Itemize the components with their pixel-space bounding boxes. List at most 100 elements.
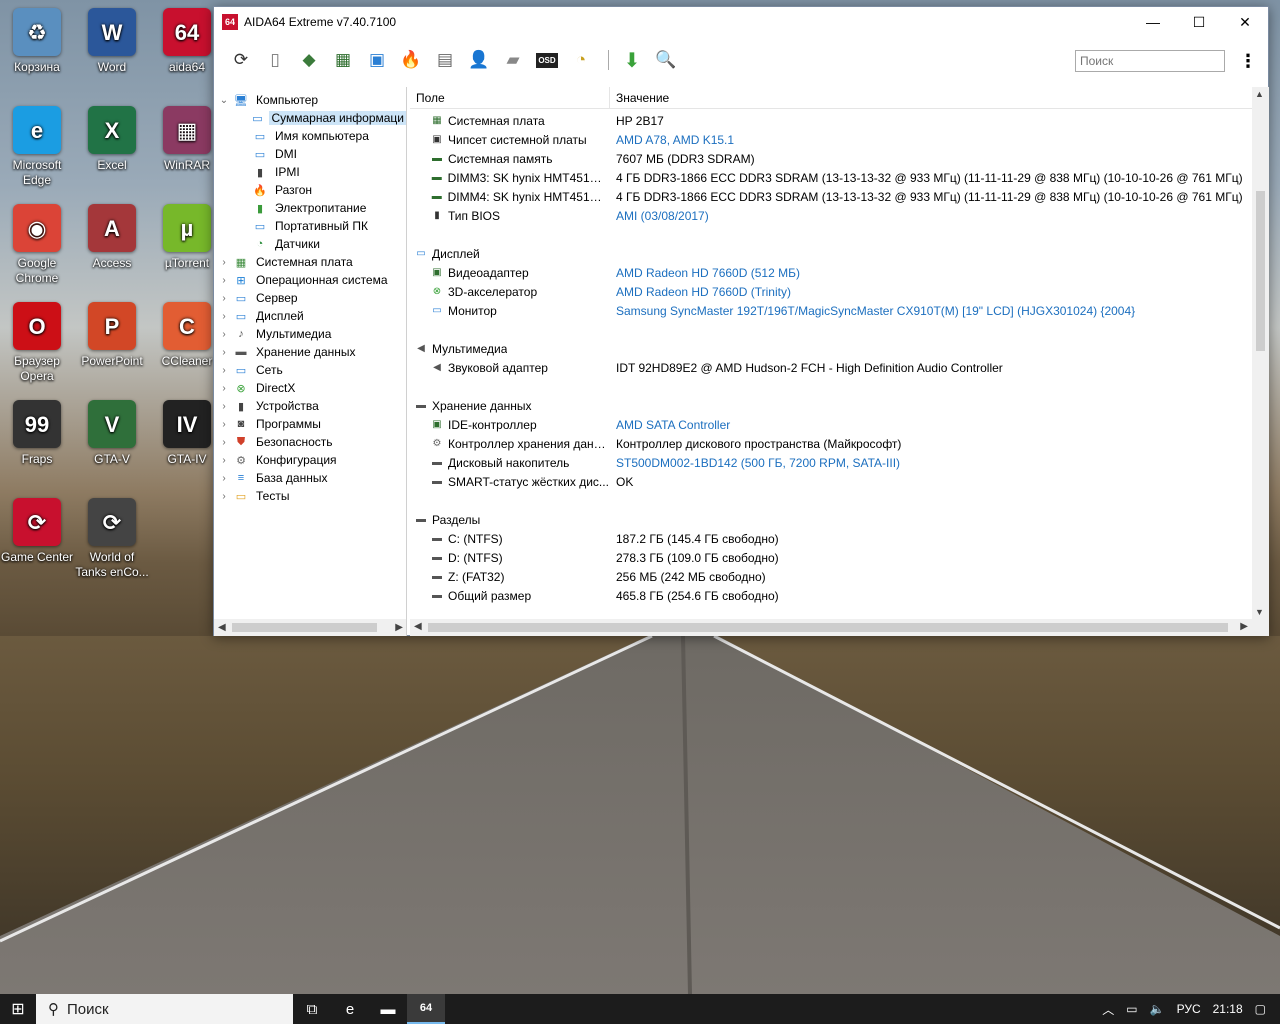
desktop-icon[interactable]: ♻ Корзина <box>0 2 75 75</box>
clock[interactable]: 21:18 <box>1213 1002 1243 1016</box>
tree-node[interactable]: › ▭ Дисплей <box>214 307 406 325</box>
tree-node[interactable]: › ▭ Тесты <box>214 487 406 505</box>
report-icon[interactable]: ▯ <box>260 45 290 75</box>
tree-node[interactable]: › ⊞ Операционная система <box>214 271 406 289</box>
search-input[interactable] <box>1075 50 1225 72</box>
desktop-icon[interactable]: A Access <box>74 198 150 271</box>
maximize-button[interactable]: ☐ <box>1176 7 1222 37</box>
tree-node[interactable]: › ▦ Системная плата <box>214 253 406 271</box>
tree-node[interactable]: › ▭ Сеть <box>214 361 406 379</box>
chevron-right-icon[interactable]: › <box>218 383 230 394</box>
tree-node[interactable]: ▮ IPMI <box>214 163 406 181</box>
aida64-taskbar-icon[interactable]: 64 <box>407 994 445 1024</box>
chevron-right-icon[interactable]: › <box>218 455 230 466</box>
more-options-icon[interactable]: ⋮ <box>1239 51 1257 72</box>
tree-node[interactable]: ▮ Электропитание <box>214 199 406 217</box>
table-row[interactable]: ▦ Системная плата HP 2B17 <box>410 111 1269 130</box>
table-row[interactable]: ▣ Видеоадаптер AMD Radeon HD 7660D (512 МБ… <box>410 263 1269 282</box>
taskbar-search-box[interactable]: ⚲ Поиск <box>36 994 293 1024</box>
desktop-icon[interactable]: ◉ Google Chrome <box>0 198 75 286</box>
value-link[interactable]: AMI (03/08/2017) <box>610 209 1246 223</box>
scroll-right-icon[interactable]: ▶ <box>395 622 403 633</box>
chevron-right-icon[interactable]: › <box>218 257 230 268</box>
desktop-icon[interactable]: ⟳ World of Tanks enCo... <box>74 492 150 580</box>
calendar-icon[interactable]: ▤ <box>430 45 460 75</box>
start-button[interactable]: ⊞ <box>0 994 36 1024</box>
table-row[interactable]: ▭ Монитор Samsung SyncMaster 192T/196T/Mag… <box>410 301 1269 320</box>
tree-node[interactable]: ⌄ 🖥 Компьютер <box>214 91 406 109</box>
language-indicator[interactable]: РУС <box>1177 1002 1201 1016</box>
chevron-right-icon[interactable]: › <box>218 491 230 502</box>
desktop-icon[interactable]: X Excel <box>74 100 150 173</box>
list-horizontal-scrollbar[interactable]: ◀ ▶ <box>410 619 1269 636</box>
scrollbar-thumb[interactable] <box>232 623 377 632</box>
cpu-icon[interactable]: ◆ <box>294 45 324 75</box>
scroll-up-icon[interactable]: ▲ <box>1255 89 1264 99</box>
scroll-left-icon[interactable]: ◀ <box>218 622 226 633</box>
table-row[interactable]: ▬ Общий размер 465.8 ГБ (254.6 ГБ свободно… <box>410 586 1269 605</box>
chevron-right-icon[interactable]: › <box>218 365 230 376</box>
table-row[interactable]: ▮ Тип BIOS AMI (03/08/2017) <box>410 206 1269 225</box>
scroll-left-icon[interactable]: ◀ <box>414 621 422 632</box>
gauge-icon[interactable]: ◔ <box>566 45 596 75</box>
scroll-right-icon[interactable]: ▶ <box>1240 621 1248 632</box>
chevron-right-icon[interactable]: › <box>218 419 230 430</box>
tree-node[interactable]: › ▭ Сервер <box>214 289 406 307</box>
desktop-icon[interactable]: ⟳ Game Center <box>0 492 75 565</box>
user-icon[interactable]: 👤 <box>464 45 494 75</box>
title-bar[interactable]: 64 AIDA64 Extreme v7.40.7100 — ☐ ✕ <box>214 7 1268 37</box>
tree-node[interactable]: › ⊗ DirectX <box>214 379 406 397</box>
osd-icon[interactable]: OSD <box>532 45 562 75</box>
tree-node[interactable]: › ♪ Мультимедиа <box>214 325 406 343</box>
chevron-right-icon[interactable]: › <box>218 329 230 340</box>
desktop-icon[interactable]: O Браузер Opera <box>0 296 75 384</box>
value-link[interactable]: AMD A78, AMD K15.1 <box>610 133 1246 147</box>
list-group-header[interactable]: ▬ Разделы <box>410 510 1269 529</box>
chevron-right-icon[interactable]: › <box>218 293 230 304</box>
column-header-field[interactable]: Поле <box>410 87 610 109</box>
list-vertical-scrollbar[interactable]: ▲ ▼ <box>1252 87 1269 619</box>
table-row[interactable]: ▬ DIMM3: SK hynix HMT451U7... 4 ГБ DDR3-18… <box>410 168 1269 187</box>
drive-icon[interactable]: ▰ <box>498 45 528 75</box>
scroll-down-icon[interactable]: ▼ <box>1255 607 1264 617</box>
value-link[interactable]: Samsung SyncMaster 192T/196T/MagicSyncMa… <box>610 304 1246 318</box>
volume-icon[interactable]: 🔈 <box>1150 1002 1165 1016</box>
tree-node[interactable]: › ▬ Хранение данных <box>214 343 406 361</box>
chevron-down-icon[interactable]: ⌄ <box>218 95 230 106</box>
tree-node[interactable]: ▭ Портативный ПК <box>214 217 406 235</box>
table-row[interactable]: ▬ C: (NTFS) 187.2 ГБ (145.4 ГБ свободно) <box>410 529 1269 548</box>
chevron-right-icon[interactable]: › <box>218 311 230 322</box>
edge-taskbar-icon[interactable]: e <box>331 994 369 1024</box>
table-row[interactable]: ⊗ 3D-акселератор AMD Radeon HD 7660D (Trin… <box>410 282 1269 301</box>
value-link[interactable]: ST500DM002-1BD142 (500 ГБ, 7200 RPM, SAT… <box>610 456 1246 470</box>
tree-node[interactable]: ◔ Датчики <box>214 235 406 253</box>
tree-node[interactable]: ▭ Имя компьютера <box>214 127 406 145</box>
tree-node[interactable]: › ⛊ Безопасность <box>214 433 406 451</box>
scrollbar-thumb[interactable] <box>428 623 1228 632</box>
table-row[interactable]: ▬ SMART-статус жёстких дис... OK <box>410 472 1269 491</box>
chevron-up-icon[interactable]: ︿ <box>1102 1001 1114 1018</box>
chevron-right-icon[interactable]: › <box>218 401 230 412</box>
table-row[interactable]: ▬ DIMM4: SK hynix HMT451U7... 4 ГБ DDR3-18… <box>410 187 1269 206</box>
table-row[interactable]: ⚙ Контроллер хранения данн... Контроллер д… <box>410 434 1269 453</box>
memory-icon[interactable]: ▦ <box>328 45 358 75</box>
tree-node[interactable]: › ≡ База данных <box>214 469 406 487</box>
table-row[interactable]: ▬ Z: (FAT32) 256 МБ (242 МБ свободно) <box>410 567 1269 586</box>
task-view-icon[interactable]: ⧉ <box>293 994 331 1024</box>
chevron-right-icon[interactable]: › <box>218 437 230 448</box>
column-header-value[interactable]: Значение <box>610 87 669 109</box>
flame-icon[interactable]: 🔥 <box>396 45 426 75</box>
search-icon[interactable]: 🔍 <box>651 45 681 75</box>
tree-horizontal-scrollbar[interactable]: ◀ ▶ <box>214 619 406 636</box>
refresh-icon[interactable]: ⟳ <box>226 45 256 75</box>
chevron-right-icon[interactable]: › <box>218 275 230 286</box>
list-group-header[interactable]: ▬ Хранение данных <box>410 396 1269 415</box>
table-row[interactable]: ▣ Чипсет системной платы AMD A78, AMD K15.… <box>410 130 1269 149</box>
network-icon[interactable]: ▣ <box>362 45 392 75</box>
list-group-header[interactable]: ◀ Мультимедиа <box>410 339 1269 358</box>
table-row[interactable]: ◀ Звуковой адаптер IDT 92HD89E2 @ AMD Huds… <box>410 358 1269 377</box>
tree-node[interactable]: › ◙ Программы <box>214 415 406 433</box>
tree-node[interactable]: ▭ DMI <box>214 145 406 163</box>
table-row[interactable]: ▬ D: (NTFS) 278.3 ГБ (109.0 ГБ свободно) <box>410 548 1269 567</box>
network-tray-icon[interactable]: ▭ <box>1126 1002 1137 1016</box>
